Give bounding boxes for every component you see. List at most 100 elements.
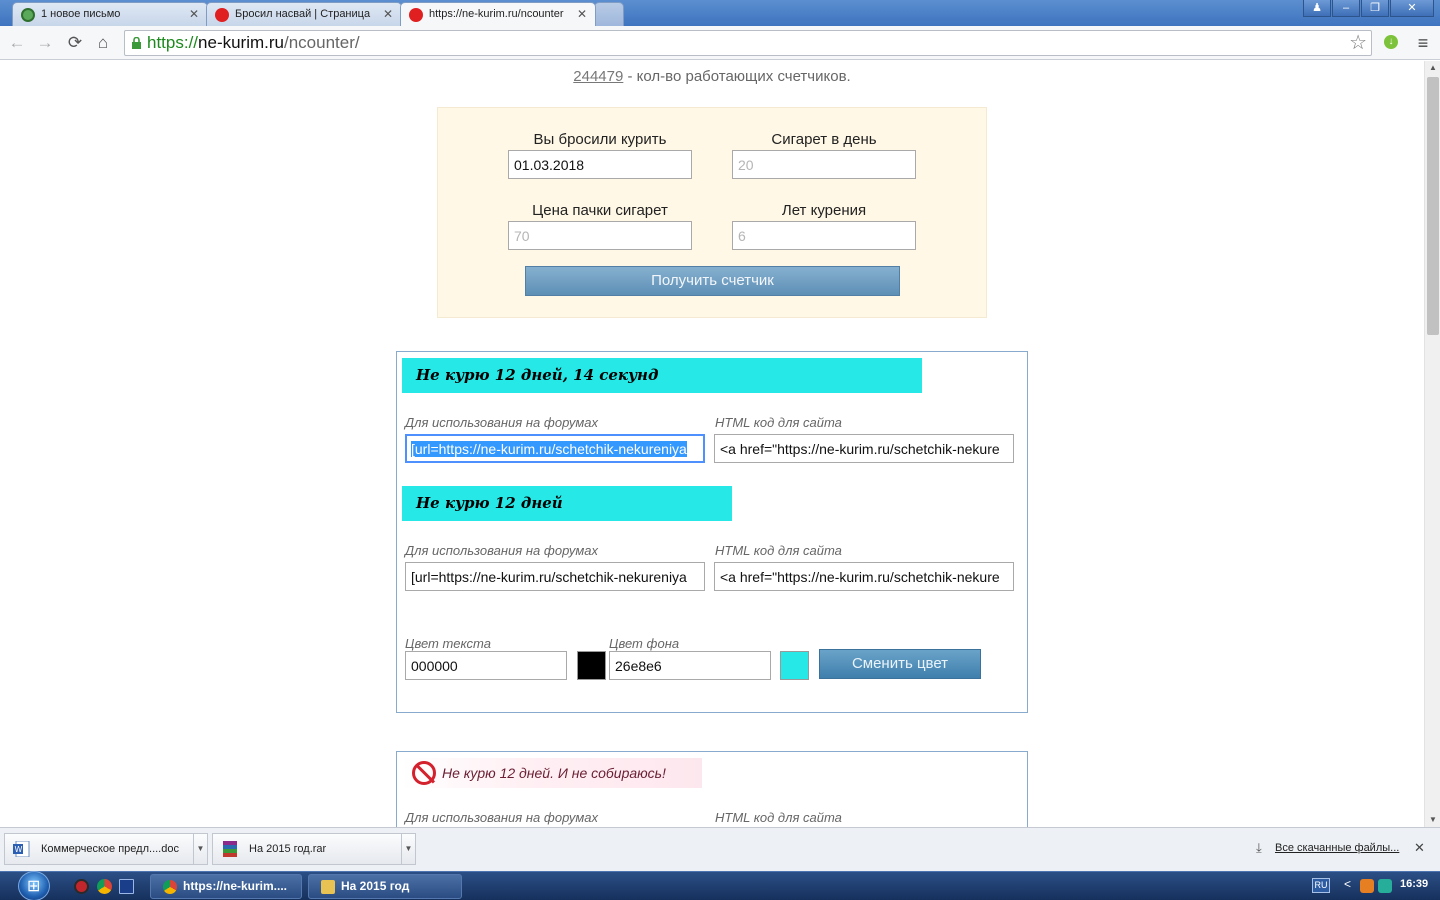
desktop-icon[interactable] bbox=[119, 879, 134, 894]
minimize-button[interactable]: – bbox=[1332, 0, 1360, 17]
show-all-downloads-link[interactable]: ⤓ Все скачанные файлы... bbox=[1256, 840, 1400, 855]
no-smoking-icon bbox=[412, 761, 436, 785]
get-counter-button[interactable]: Получить счетчик bbox=[525, 266, 900, 296]
forum-code-input-short[interactable]: [url=https://ne-kurim.ru/schetchik-nekur… bbox=[405, 562, 705, 591]
close-icon[interactable]: ✕ bbox=[189, 7, 199, 21]
forum-label: Для использования на форумах bbox=[405, 543, 599, 558]
text-color-input[interactable]: 000000 bbox=[405, 651, 567, 680]
extension-download-icon[interactable]: ↓ bbox=[1384, 35, 1398, 49]
bg-color-label: Цвет фона bbox=[609, 636, 680, 651]
bg-color-input[interactable]: 26e8e6 bbox=[609, 651, 771, 680]
counter-form: Вы бросили курить 01.03.2018 Сигарет в д… bbox=[437, 107, 987, 318]
close-icon[interactable]: ✕ bbox=[383, 7, 393, 21]
page-content: 244479 - кол-во работающих счетчиков. Вы… bbox=[0, 61, 1424, 827]
bg-color-swatch[interactable] bbox=[780, 651, 809, 680]
window-close-button[interactable]: ✕ bbox=[1390, 0, 1434, 17]
tab-counter[interactable]: https://ne-kurim.ru/ncounter ✕ bbox=[400, 2, 596, 26]
quit-date-label: Вы бросили курить bbox=[533, 131, 667, 148]
download-name: На 2015 год.rar bbox=[249, 843, 327, 855]
window-controls: ♟ – ❐ ✕ bbox=[1303, 0, 1434, 18]
cigs-per-day-input[interactable]: 20 bbox=[732, 150, 916, 179]
close-downloads-icon[interactable]: ✕ bbox=[1414, 840, 1425, 856]
tray-app-icon[interactable] bbox=[1360, 879, 1374, 893]
browser-toolbar: ← → ⟳ ⌂ https://ne-kurim.ru/ncounter/ ☆ … bbox=[0, 26, 1440, 60]
years-label: Лет курения bbox=[781, 202, 867, 219]
tab-title: https://ne-kurim.ru/ncounter bbox=[429, 8, 564, 20]
stat-text: - кол-во работающих счетчиков. bbox=[623, 68, 851, 85]
word-doc-icon: W bbox=[13, 841, 30, 857]
forum-label: Для использования на форумах bbox=[405, 810, 599, 825]
quit-date-input[interactable]: 01.03.2018 bbox=[508, 150, 692, 179]
cigs-per-day-label: Сигарет в день bbox=[771, 131, 877, 148]
taskbar-button-label: https://ne-kurim.... bbox=[183, 879, 288, 893]
rar-archive-icon bbox=[223, 841, 237, 857]
download-arrow-icon: ⤓ bbox=[1256, 840, 1262, 855]
no-smoking-favicon-icon bbox=[409, 8, 423, 22]
show-all-downloads-label: Все скачанные файлы... bbox=[1275, 842, 1400, 854]
counter-banner-full: Не курю 12 дней, 14 секунд bbox=[402, 358, 922, 393]
counter-banner-pink-text: Не курю 12 дней. И не собираюсь! bbox=[442, 765, 666, 781]
counter-banner-short: Не курю 12 дней bbox=[402, 486, 732, 521]
taskbar-button-label: На 2015 год bbox=[341, 879, 410, 893]
opera-icon[interactable] bbox=[74, 879, 89, 894]
change-color-button[interactable]: Сменить цвет bbox=[819, 649, 981, 679]
close-icon[interactable]: ✕ bbox=[573, 7, 587, 21]
tab-title: Бросил насвай | Страница bbox=[235, 8, 371, 20]
html-code-input-short[interactable]: <a href="https://ne-kurim.ru/schetchik-n… bbox=[714, 562, 1014, 591]
forum-code-input-full[interactable]: [url=https://ne-kurim.ru/schetchik-nekur… bbox=[405, 434, 705, 463]
tab-title: 1 новое письмо bbox=[41, 8, 121, 20]
scroll-thumb[interactable] bbox=[1427, 77, 1439, 335]
text-color-label: Цвет текста bbox=[405, 636, 491, 651]
address-bar[interactable]: https://ne-kurim.ru/ncounter/ ☆ bbox=[124, 30, 1372, 56]
mail-favicon-icon bbox=[21, 8, 35, 22]
counter-banner-pink: Не курю 12 дней. И не собираюсь! bbox=[402, 758, 702, 788]
html-label: HTML код для сайта bbox=[715, 810, 842, 825]
tray-expand-icon[interactable]: < bbox=[1344, 877, 1351, 891]
chrome-icon[interactable] bbox=[97, 879, 112, 894]
windows-taskbar: https://ne-kurim.... На 2015 год RU < 16… bbox=[0, 871, 1440, 900]
downloads-bar: W Коммерческое предл....doc ▼ На 2015 го… bbox=[0, 827, 1440, 871]
pack-price-label: Цена пачки сигарет bbox=[532, 202, 668, 219]
menu-icon[interactable]: ≡ bbox=[1412, 32, 1434, 54]
scroll-down-arrow-icon[interactable]: ▼ bbox=[1425, 813, 1440, 827]
chevron-down-icon[interactable]: ▼ bbox=[401, 834, 415, 864]
forum-label: Для использования на форумах bbox=[405, 415, 599, 430]
tray-network-icon[interactable] bbox=[1378, 879, 1392, 893]
stat-count-link[interactable]: 244479 bbox=[573, 68, 623, 85]
tab-forum[interactable]: Бросил насвай | Страница ✕ bbox=[206, 2, 402, 26]
pack-price-input[interactable]: 70 bbox=[508, 221, 692, 250]
user-icon[interactable]: ♟ bbox=[1303, 0, 1331, 17]
bookmark-star-icon[interactable]: ☆ bbox=[1349, 31, 1367, 55]
taskbar-button-chrome[interactable]: https://ne-kurim.... bbox=[150, 874, 302, 899]
reload-icon[interactable]: ⟳ bbox=[64, 32, 86, 54]
url-scheme: https:// bbox=[147, 33, 199, 52]
tab-strip: 1 новое письмо ✕ Бросил насвай | Страниц… bbox=[0, 0, 1440, 26]
years-input[interactable]: 6 bbox=[732, 221, 916, 250]
folder-icon bbox=[321, 880, 335, 894]
tab-mail[interactable]: 1 новое письмо ✕ bbox=[12, 2, 208, 26]
counter-box-cyan: Не курю 12 дней, 14 секунд Для использов… bbox=[396, 351, 1028, 713]
download-item-rar[interactable]: На 2015 год.rar ▼ bbox=[212, 833, 416, 865]
taskbar-button-folder[interactable]: На 2015 год bbox=[308, 874, 462, 899]
download-item-doc[interactable]: W Коммерческое предл....doc ▼ bbox=[4, 833, 208, 865]
chevron-down-icon[interactable]: ▼ bbox=[193, 834, 207, 864]
chrome-icon bbox=[163, 880, 177, 894]
svg-text:W: W bbox=[15, 845, 23, 854]
no-smoking-favicon-icon bbox=[215, 8, 229, 22]
taskbar-clock[interactable]: 16:39 bbox=[1400, 878, 1428, 890]
home-icon[interactable]: ⌂ bbox=[92, 32, 114, 54]
page-scrollbar[interactable]: ▲ ▼ bbox=[1424, 61, 1440, 827]
html-label: HTML код для сайта bbox=[715, 543, 842, 558]
start-button[interactable] bbox=[18, 871, 50, 900]
url-host: ne-kurim.ru bbox=[198, 33, 284, 52]
html-label: HTML код для сайта bbox=[715, 415, 842, 430]
scroll-up-arrow-icon[interactable]: ▲ bbox=[1425, 61, 1440, 75]
maximize-button[interactable]: ❐ bbox=[1361, 0, 1389, 17]
back-arrow-icon[interactable]: ← bbox=[6, 32, 28, 54]
html-code-input-full[interactable]: <a href="https://ne-kurim.ru/schetchik-n… bbox=[714, 434, 1014, 463]
forward-arrow-icon[interactable]: → bbox=[34, 32, 56, 54]
new-tab-button[interactable] bbox=[594, 2, 624, 26]
text-color-swatch[interactable] bbox=[577, 651, 606, 680]
language-indicator[interactable]: RU bbox=[1312, 878, 1330, 893]
counter-stat: 244479 - кол-во работающих счетчиков. bbox=[0, 68, 1424, 85]
